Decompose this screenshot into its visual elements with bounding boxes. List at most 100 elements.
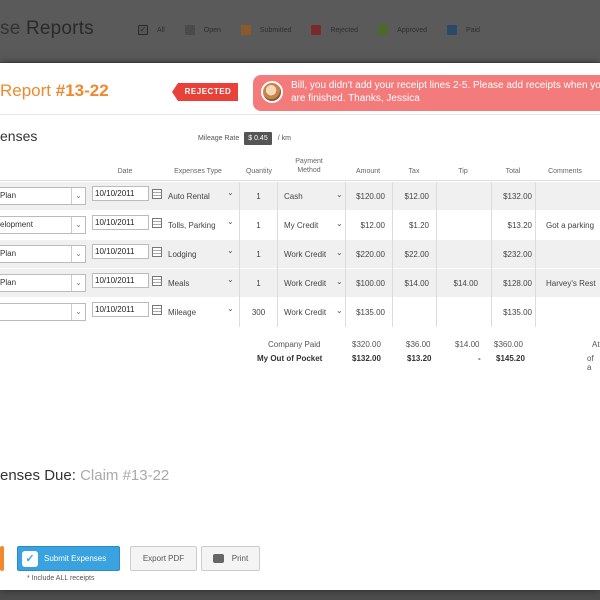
project-select[interactable]: elopment ⌄ bbox=[0, 216, 86, 234]
company-paid-total: $360.00 bbox=[494, 340, 523, 349]
amount-cell: $220.00 bbox=[346, 240, 393, 269]
calendar-icon[interactable] bbox=[152, 247, 162, 257]
expenses-due-title: enses Due: Claim #13-22 bbox=[0, 467, 170, 484]
calendar-icon[interactable] bbox=[152, 218, 162, 228]
company-paid-label: Company Paid bbox=[268, 340, 321, 349]
quantity-cell[interactable]: 1 bbox=[240, 182, 278, 211]
table-row: elopment ⌄ 10/10/2011 Tolls, Parking ⌄ 1 My Cr… bbox=[0, 211, 600, 240]
project-select[interactable]: Plan ⌄ bbox=[0, 245, 86, 263]
status-swatch-icon bbox=[184, 25, 195, 35]
out-of-pocket-total: $145.20 bbox=[496, 354, 525, 363]
column-header-amount: Amount bbox=[355, 168, 381, 175]
mileage-rate-value[interactable]: $ 0.45 bbox=[244, 132, 272, 145]
chevron-down-icon: ⌄ bbox=[227, 217, 234, 226]
quantity-cell[interactable]: 300 bbox=[240, 298, 278, 327]
export-pdf-button[interactable]: Export PDF bbox=[130, 546, 197, 571]
background-header: se Reports ✓ All Open Submitted Rejected… bbox=[0, 0, 600, 62]
calendar-icon[interactable] bbox=[152, 276, 162, 286]
submit-expenses-button[interactable]: ✓ Submit Expenses bbox=[17, 546, 120, 571]
checkmark-icon: ✓ bbox=[22, 550, 38, 567]
calendar-icon[interactable] bbox=[152, 189, 162, 199]
calendar-icon[interactable] bbox=[152, 305, 162, 315]
expenses-table: Date Expenses Type Quantity Payment Meth… bbox=[0, 155, 600, 181]
rejection-message: Bill, you didn't add your receipt lines … bbox=[253, 75, 600, 111]
tax-cell bbox=[393, 298, 437, 327]
comment-cell[interactable] bbox=[536, 182, 600, 211]
tip-cell bbox=[437, 182, 492, 211]
amount-cell: $100.00 bbox=[346, 269, 393, 298]
comment-cell[interactable]: Got a parking bbox=[536, 211, 600, 240]
print-button[interactable]: Print bbox=[201, 546, 260, 571]
column-header-tax: Tax bbox=[408, 168, 420, 175]
filter-all[interactable]: ✓ All bbox=[138, 25, 165, 35]
date-input[interactable]: 10/10/2011 bbox=[92, 302, 149, 317]
background-title: se Reports bbox=[0, 18, 94, 39]
company-paid-tip: $14.00 bbox=[455, 340, 480, 349]
table-row: Plan ⌄ 10/10/2011 Auto Rental ⌄ 1 Cash ⌄ $120.00… bbox=[0, 182, 600, 211]
out-of-pocket-tip: - bbox=[478, 354, 481, 363]
chevron-down-icon: ⌄ bbox=[336, 306, 343, 315]
column-header-payment: Payment Method bbox=[295, 158, 323, 174]
total-cell: $128.00 bbox=[492, 269, 536, 298]
totals-summary: Company Paid $320.00 $36.00 $14.00 $360.… bbox=[0, 337, 600, 372]
total-cell: $135.00 bbox=[492, 298, 536, 327]
checkbox-icon[interactable]: ✓ bbox=[138, 25, 148, 35]
report-title: Report #13-22 bbox=[0, 81, 109, 100]
total-cell: $132.00 bbox=[492, 182, 536, 211]
table-row: ⌄ 10/10/2011 Mileage ⌄ 300 Work Credit ⌄ $135.0… bbox=[0, 298, 600, 327]
status-filters: ✓ All Open Submitted Rejected Approved P… bbox=[138, 25, 500, 35]
date-input[interactable]: 10/10/2011 bbox=[92, 244, 149, 259]
comment-cell[interactable] bbox=[536, 240, 600, 269]
tax-cell: $14.00 bbox=[393, 269, 437, 298]
tip-cell: $14.00 bbox=[437, 269, 492, 298]
filter-paid[interactable]: Paid bbox=[447, 25, 480, 35]
status-swatch-icon bbox=[378, 25, 389, 35]
tip-cell bbox=[437, 240, 492, 269]
date-input[interactable]: 10/10/2011 bbox=[92, 273, 149, 288]
filter-open[interactable]: Open bbox=[184, 25, 221, 35]
comment-cell[interactable]: Harvey's Rest bbox=[536, 269, 600, 298]
back-button[interactable] bbox=[0, 546, 4, 571]
project-select[interactable]: ⌄ bbox=[0, 303, 86, 321]
project-select[interactable]: Plan ⌄ bbox=[0, 187, 86, 205]
status-badge: REJECTED bbox=[172, 83, 238, 101]
amount-cell: $135.00 bbox=[346, 298, 393, 327]
filter-approved[interactable]: Approved bbox=[378, 25, 427, 35]
out-of-pocket-tax: $13.20 bbox=[407, 354, 432, 363]
chevron-down-icon: ⌄ bbox=[227, 275, 234, 284]
section-title: enses bbox=[0, 128, 38, 144]
quantity-cell[interactable]: 1 bbox=[240, 211, 278, 240]
date-input[interactable]: 10/10/2011 bbox=[92, 186, 149, 201]
comment-cell[interactable] bbox=[536, 298, 600, 327]
tax-cell: $22.00 bbox=[393, 240, 437, 269]
chevron-down-icon: ⌄ bbox=[336, 219, 343, 228]
quantity-cell[interactable]: 1 bbox=[240, 240, 278, 269]
column-header-comments: Comments bbox=[548, 168, 582, 175]
filter-submitted[interactable]: Submitted bbox=[240, 25, 291, 35]
status-swatch-icon bbox=[447, 25, 458, 35]
quantity-cell[interactable]: 1 bbox=[240, 269, 278, 298]
status-swatch-icon bbox=[311, 25, 322, 35]
column-header-type: Expenses Type bbox=[174, 168, 222, 175]
tip-cell bbox=[437, 298, 492, 327]
total-cell: $13.20 bbox=[492, 211, 536, 240]
chevron-down-icon: ⌄ bbox=[227, 304, 234, 313]
column-header-date: Date bbox=[117, 168, 133, 175]
table-header: Date Expenses Type Quantity Payment Meth… bbox=[0, 155, 600, 181]
date-input[interactable]: 10/10/2011 bbox=[92, 215, 149, 230]
chevron-down-icon: ⌄ bbox=[71, 246, 85, 262]
chevron-down-icon: ⌄ bbox=[71, 217, 85, 233]
chevron-down-icon: ⌄ bbox=[227, 246, 234, 255]
company-paid-tax: $36.00 bbox=[406, 340, 431, 349]
filter-rejected[interactable]: Rejected bbox=[311, 25, 358, 35]
chevron-down-icon: ⌄ bbox=[71, 304, 85, 320]
company-paid-amount: $320.00 bbox=[352, 340, 381, 349]
project-select[interactable]: Plan ⌄ bbox=[0, 274, 86, 292]
column-header-tip: Tip bbox=[458, 168, 468, 175]
avatar bbox=[261, 81, 283, 103]
company-paid-note: At bbox=[592, 340, 600, 349]
chevron-down-icon: ⌄ bbox=[336, 248, 343, 257]
column-header-total: Total bbox=[505, 168, 521, 175]
chevron-down-icon: ⌄ bbox=[227, 188, 234, 197]
amount-cell: $120.00 bbox=[346, 182, 393, 211]
